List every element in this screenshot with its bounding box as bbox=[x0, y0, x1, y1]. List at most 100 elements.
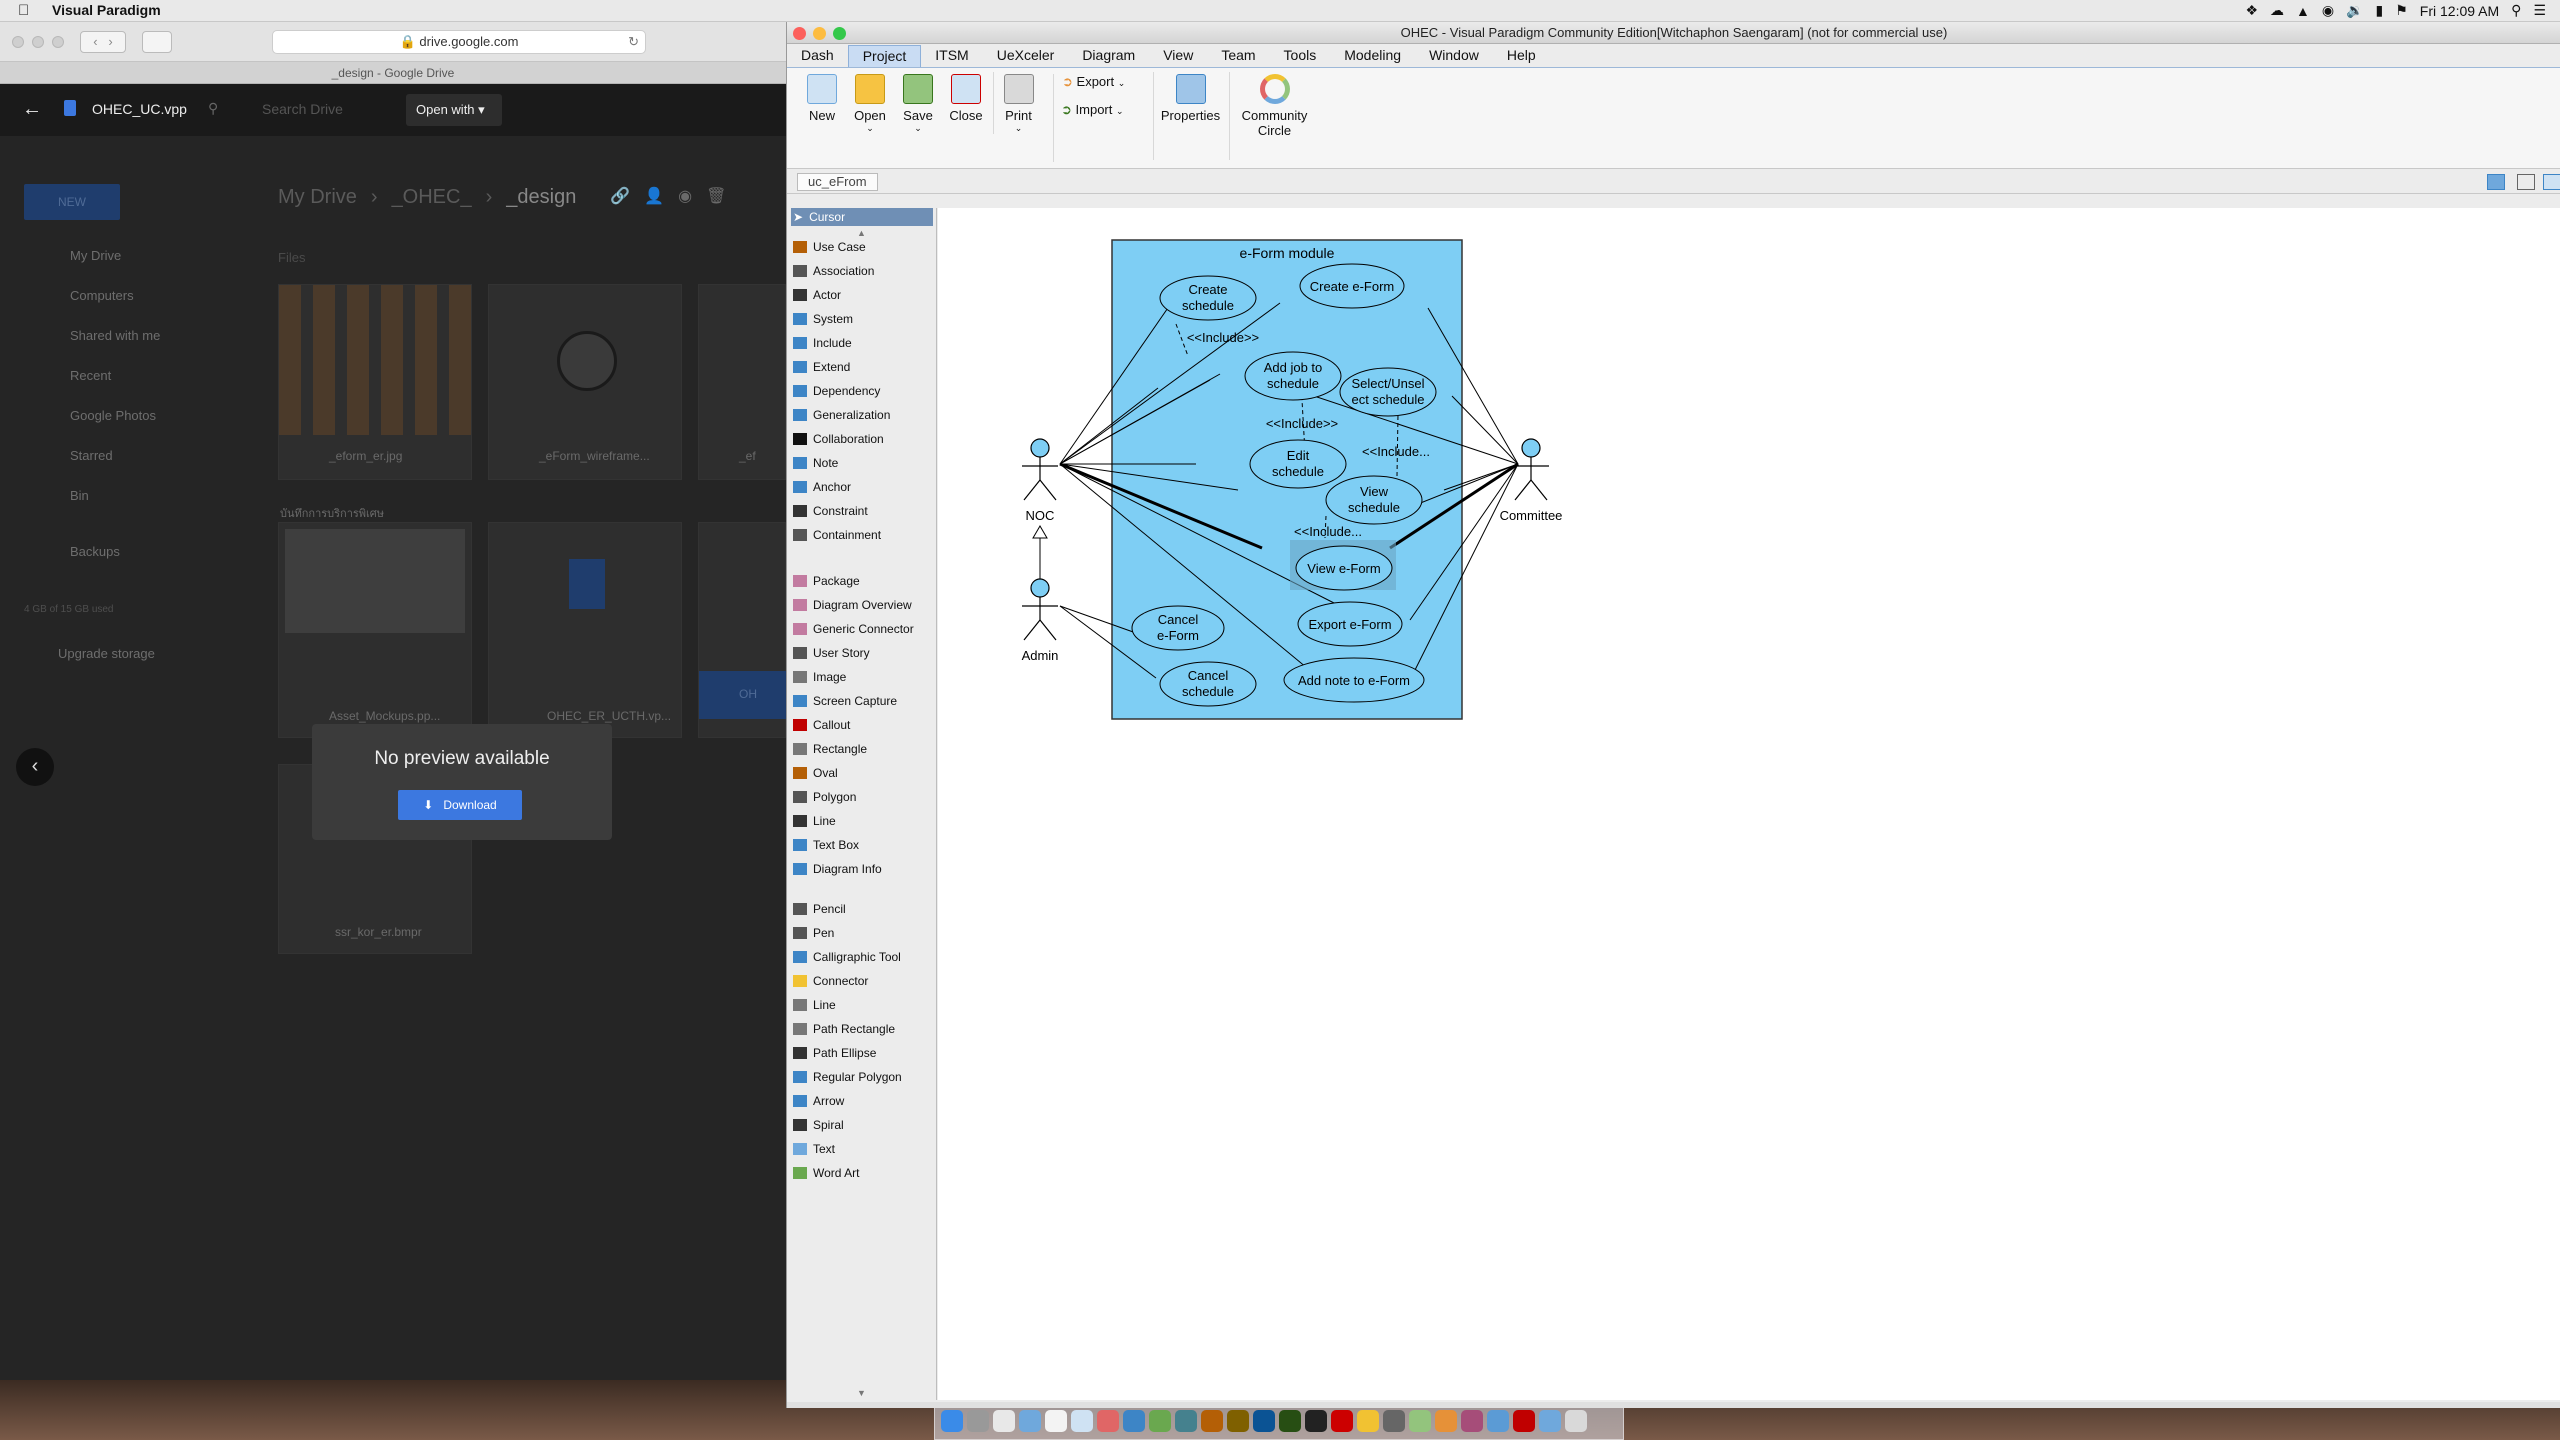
calendar-icon[interactable] bbox=[993, 1410, 1015, 1432]
palette-item-path-rectangle[interactable]: Path Rectangle bbox=[791, 1018, 933, 1040]
lightroom-icon[interactable] bbox=[1279, 1410, 1301, 1432]
palette-item-text[interactable]: Text bbox=[791, 1138, 933, 1160]
clock[interactable]: Fri 12:09 AM bbox=[2420, 3, 2499, 19]
navigator-icon[interactable] bbox=[2487, 174, 2505, 190]
breadcrumb-item[interactable]: _OHEC_ bbox=[392, 186, 472, 209]
minimize-icon[interactable] bbox=[813, 27, 826, 40]
word-icon[interactable] bbox=[1487, 1410, 1509, 1432]
palette-item-arrow[interactable]: Arrow bbox=[791, 1090, 933, 1112]
photos-icon[interactable] bbox=[1071, 1410, 1093, 1432]
warning-icon[interactable]: ▲ bbox=[2296, 3, 2310, 19]
address-bar[interactable]: 🔒 drive.google.com ↻ bbox=[272, 30, 646, 54]
export-button[interactable]: ➲ Export ⌄ bbox=[1053, 74, 1125, 162]
palette-item-text-box[interactable]: Text Box bbox=[791, 834, 933, 856]
illustrator-icon[interactable] bbox=[1201, 1410, 1223, 1432]
tab-tools[interactable]: Tools bbox=[1270, 45, 1331, 67]
palette-item-screen-capture[interactable]: Screen Capture bbox=[791, 690, 933, 712]
palette-item-collaboration[interactable]: Collaboration bbox=[791, 428, 933, 450]
palette-item-pen[interactable]: Pen bbox=[791, 922, 933, 944]
notes-icon[interactable] bbox=[1019, 1410, 1041, 1432]
prev-arrow-button[interactable]: ‹ bbox=[16, 748, 54, 786]
app-icon[interactable] bbox=[1461, 1410, 1483, 1432]
print-button[interactable]: Print ⌄ bbox=[993, 72, 1043, 134]
palette-item-use-case[interactable]: Use Case bbox=[791, 236, 933, 258]
bridge-icon[interactable] bbox=[1227, 1410, 1249, 1432]
sidebar-item-starred[interactable]: Starred bbox=[70, 448, 113, 463]
messages-icon[interactable] bbox=[1149, 1410, 1171, 1432]
tab-diagram[interactable]: Diagram bbox=[1068, 45, 1149, 67]
diagram-canvas[interactable]: e-Form module Create schedule Create e-F… bbox=[938, 208, 2560, 1400]
properties-button[interactable]: Properties bbox=[1153, 72, 1227, 160]
palette-item-image[interactable]: Image bbox=[791, 666, 933, 688]
palette-cursor[interactable]: ➤ Cursor bbox=[791, 208, 933, 226]
actor-committee[interactable] bbox=[1513, 438, 1549, 501]
palette-item-containment[interactable]: Containment bbox=[791, 524, 933, 546]
tab-project[interactable]: Project bbox=[847, 45, 922, 67]
app-icon[interactable] bbox=[1435, 1410, 1457, 1432]
palette-item-constraint[interactable]: Constraint bbox=[791, 500, 933, 522]
palette-item-pencil[interactable]: Pencil bbox=[791, 898, 933, 920]
sidebar-toggle-icon[interactable] bbox=[142, 31, 172, 53]
file-thumb[interactable]: _ef bbox=[698, 284, 786, 480]
palette-item-line[interactable]: Line bbox=[791, 810, 933, 832]
file-thumb[interactable]: OH bbox=[698, 522, 787, 738]
layout-icon[interactable] bbox=[2543, 174, 2560, 190]
new-button[interactable]: New bbox=[797, 72, 847, 123]
file-thumb[interactable]: Asset_Mockups.pp... bbox=[278, 522, 472, 738]
tab-dash[interactable]: Dash bbox=[787, 45, 848, 67]
zoom-icon[interactable] bbox=[52, 36, 64, 48]
terminal-icon[interactable] bbox=[1305, 1410, 1327, 1432]
finder-icon[interactable] bbox=[941, 1410, 963, 1432]
file-thumb[interactable]: OHEC_ER_UCTH.vp... bbox=[488, 522, 682, 738]
palette-item-line[interactable]: Line bbox=[791, 994, 933, 1016]
sketch-icon[interactable] bbox=[1357, 1410, 1379, 1432]
palette-item-callout[interactable]: Callout bbox=[791, 714, 933, 736]
apple-icon[interactable]:  bbox=[18, 2, 29, 19]
palette-item-user-story[interactable]: User Story bbox=[791, 642, 933, 664]
actor-noc[interactable] bbox=[1022, 438, 1058, 501]
tab-help[interactable]: Help bbox=[1493, 45, 1550, 67]
zoom-icon[interactable] bbox=[833, 27, 846, 40]
palette-item-polygon[interactable]: Polygon bbox=[791, 786, 933, 808]
palette-item-include[interactable]: Include bbox=[791, 332, 933, 354]
palette-item-diagram-overview[interactable]: Diagram Overview bbox=[791, 594, 933, 616]
tab-view[interactable]: View bbox=[1149, 45, 1207, 67]
tab-uexceler[interactable]: UeXceler bbox=[983, 45, 1069, 67]
sidebar-item-my-drive[interactable]: My Drive bbox=[70, 248, 121, 263]
safari-icon[interactable] bbox=[1123, 1410, 1145, 1432]
breadcrumb-item[interactable]: My Drive bbox=[278, 186, 357, 209]
community-circle-button[interactable]: Community Circle bbox=[1229, 72, 1319, 160]
settings-icon[interactable] bbox=[1383, 1410, 1405, 1432]
palette-item-package[interactable]: Package bbox=[791, 570, 933, 592]
dropbox-icon[interactable]: ❖ bbox=[2245, 2, 2258, 19]
palette-item-rectangle[interactable]: Rectangle bbox=[791, 738, 933, 760]
itunes-icon[interactable] bbox=[1097, 1410, 1119, 1432]
close-icon[interactable] bbox=[12, 36, 24, 48]
breadcrumb-item[interactable]: _design bbox=[506, 186, 576, 209]
back-arrow-icon[interactable]: ← bbox=[22, 98, 42, 121]
sidebar-item-photos[interactable]: Google Photos bbox=[70, 408, 156, 423]
share-icon[interactable]: 👤 bbox=[644, 186, 664, 209]
app-icon[interactable] bbox=[1409, 1410, 1431, 1432]
safari-tab[interactable]: _design - Google Drive bbox=[0, 62, 786, 84]
search-icon[interactable]: ⚲ bbox=[208, 100, 218, 117]
sidebar-item-shared[interactable]: Shared with me bbox=[70, 328, 160, 343]
reload-icon[interactable]: ↻ bbox=[628, 31, 639, 53]
palette-item-actor[interactable]: Actor bbox=[791, 284, 933, 306]
scroll-down-arrow[interactable]: ▼ bbox=[857, 1388, 866, 1398]
cloud-icon[interactable]: ☁ bbox=[2270, 2, 2284, 19]
acrobat-icon[interactable] bbox=[1331, 1410, 1353, 1432]
tab-team[interactable]: Team bbox=[1207, 45, 1269, 67]
palette-item-note[interactable]: Note bbox=[791, 452, 933, 474]
fit-to-window-icon[interactable] bbox=[2517, 174, 2535, 190]
folder-icon[interactable] bbox=[1539, 1410, 1561, 1432]
minimize-icon[interactable] bbox=[32, 36, 44, 48]
import-button[interactable]: ➲ Import ⌄ bbox=[1061, 102, 1124, 118]
trash-icon[interactable]: 🗑 bbox=[706, 186, 726, 209]
link-icon[interactable]: 🔗 bbox=[610, 186, 630, 209]
launchpad-icon[interactable] bbox=[967, 1410, 989, 1432]
file-thumb[interactable]: _eForm_wireframe... bbox=[488, 284, 682, 480]
facetime-icon[interactable] bbox=[1175, 1410, 1197, 1432]
file-thumb[interactable]: _eform_er.jpg bbox=[278, 284, 472, 480]
sidebar-item-recent[interactable]: Recent bbox=[70, 368, 111, 383]
